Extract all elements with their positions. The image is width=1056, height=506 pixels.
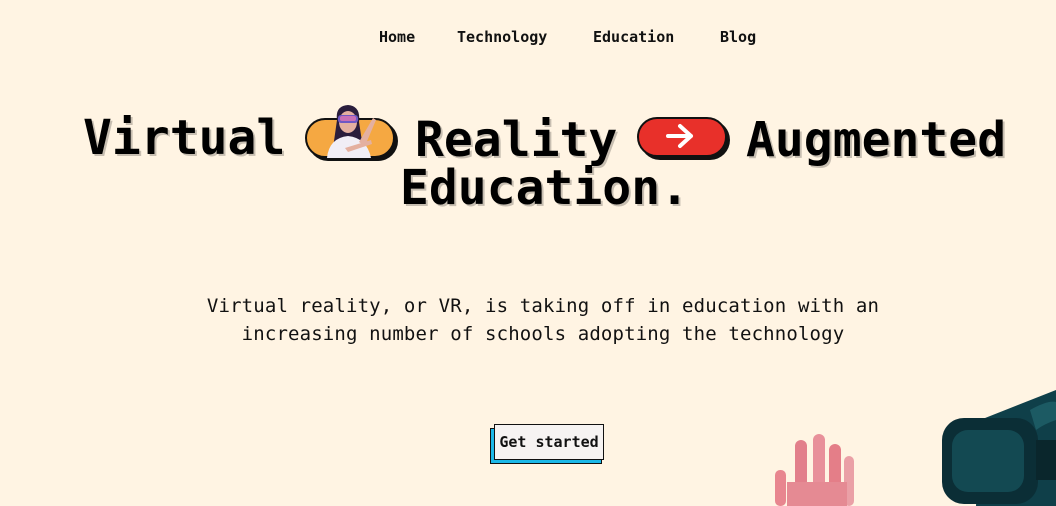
get-started-button[interactable]: Get started bbox=[494, 424, 604, 460]
hero-subtitle: Virtual reality, or VR, is taking off in… bbox=[140, 292, 946, 348]
hero-word-education: Education. bbox=[400, 160, 689, 216]
nav-blog-link[interactable]: Blog bbox=[720, 28, 756, 46]
hero-word-augmented: Augmented bbox=[746, 112, 1007, 168]
vr-user-photo bbox=[315, 100, 381, 158]
hero-word-reality: Reality bbox=[415, 112, 618, 168]
nav-home-link[interactable]: Home bbox=[379, 28, 415, 46]
subtitle-line-1: Virtual reality, or VR, is taking off in… bbox=[206, 295, 880, 317]
top-navigation: Home Technology Education Blog bbox=[0, 22, 1056, 54]
nav-technology-link[interactable]: Technology bbox=[457, 28, 547, 46]
nav-education-link[interactable]: Education bbox=[593, 28, 674, 46]
arrow-right-icon bbox=[666, 124, 693, 148]
hero-heading: Virtual Reality Augmented Education. bbox=[0, 92, 1056, 222]
vr-headset-image bbox=[942, 390, 1056, 506]
raised-hand-image bbox=[775, 434, 854, 506]
subtitle-line-2: increasing number of schools adopting th… bbox=[241, 323, 845, 345]
hero-word-virtual: Virtual bbox=[83, 110, 286, 166]
